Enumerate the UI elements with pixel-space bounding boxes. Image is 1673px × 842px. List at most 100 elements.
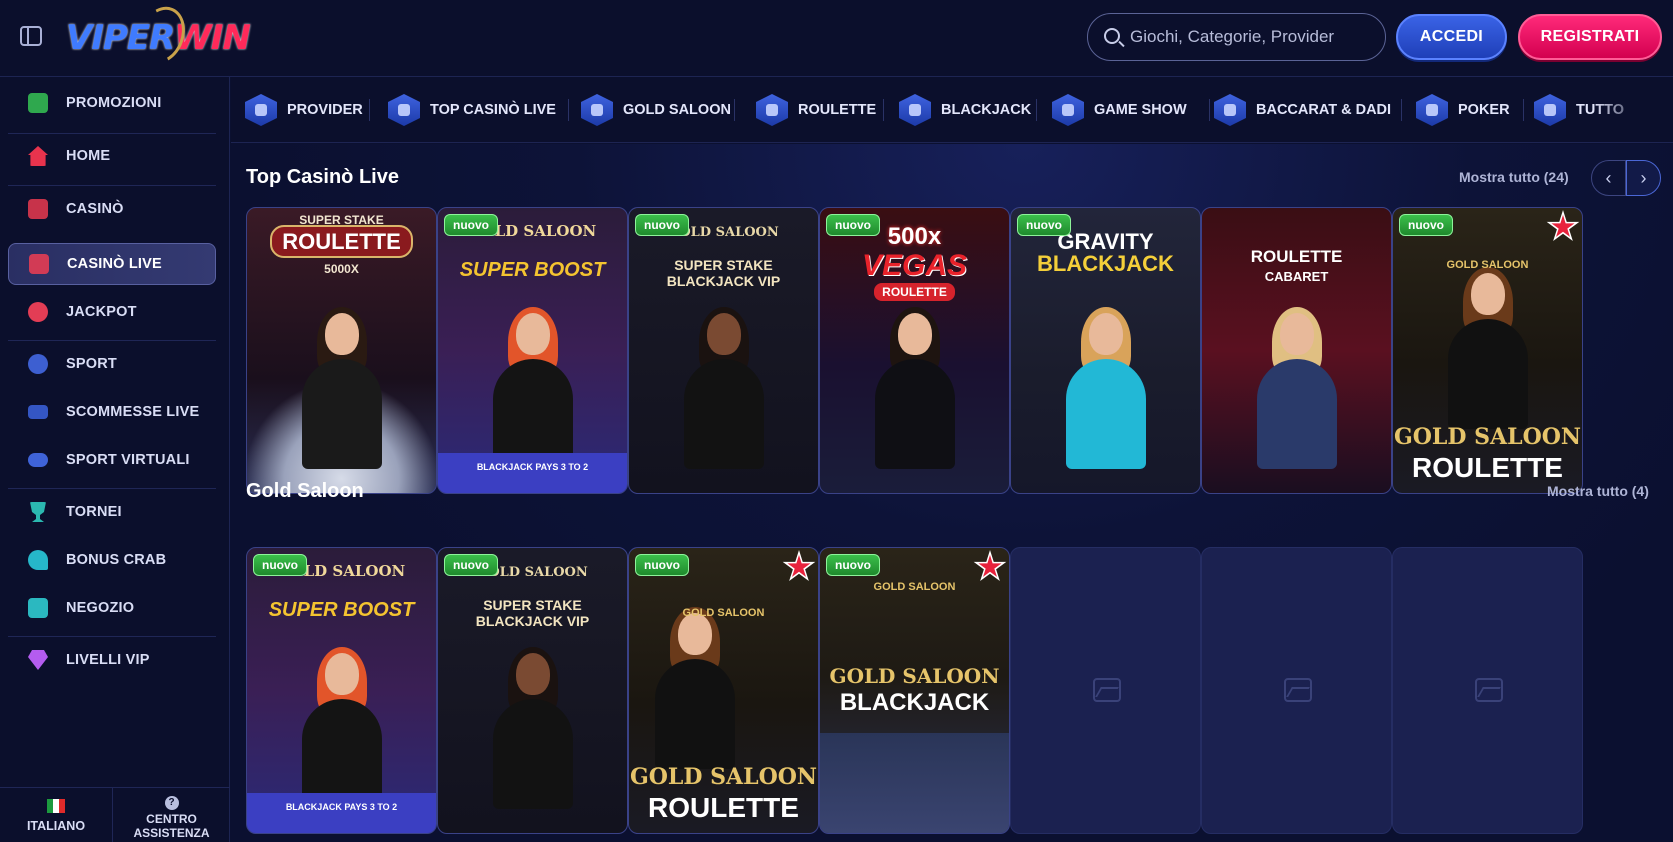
category-baccarat-dadi[interactable]: BACCARAT & DADI <box>1214 93 1391 127</box>
poker-chip-icon <box>1416 94 1448 126</box>
sidebar-item-label: NEGOZIO <box>66 600 135 616</box>
main-content: Top Casinò Live Mostra tutto (24) ‹ › SU… <box>231 144 1673 842</box>
carousel-prev-button[interactable]: ‹ <box>1591 160 1626 196</box>
slot-machine-icon <box>28 199 48 219</box>
divider <box>1209 99 1210 121</box>
category-roulette[interactable]: ROULETTE <box>756 93 876 127</box>
game-card[interactable]: nuovo GOLD SALOON SUPER BOOST BLACKJACK … <box>437 207 628 494</box>
category-label: GOLD SALOON <box>623 102 731 118</box>
game-card-placeholder <box>1201 547 1392 834</box>
carousel-arrows: ‹ › <box>1591 160 1661 196</box>
divider <box>1401 99 1402 121</box>
sidebar-item-sport-virtuali[interactable]: SPORT VIRTUALI <box>8 439 216 481</box>
badge-new: nuovo <box>826 554 880 576</box>
game-card[interactable]: nuovo 500x VEGAS ROULETTE <box>819 207 1010 494</box>
card-title-text: ROULETTE <box>270 225 413 258</box>
game-card[interactable]: nuovo GOLD SALOON GOLD SALOON ROULETTE <box>628 547 819 834</box>
dealer-figure <box>297 307 387 469</box>
card-title-line2: SUPER STAKE <box>674 257 773 273</box>
card-title-line2: SUPER BOOST <box>268 599 415 621</box>
divider <box>8 340 216 341</box>
dice-icon <box>1214 94 1246 126</box>
search-placeholder: Giochi, Categorie, Provider <box>1130 27 1335 46</box>
image-placeholder-icon <box>1093 678 1121 702</box>
category-provider[interactable]: PROVIDER <box>245 93 363 127</box>
category-label: POKER <box>1458 102 1510 118</box>
italy-flag-icon <box>47 799 65 813</box>
card-title-line3: 5000X <box>324 262 359 276</box>
sidebar-item-livelli-vip[interactable]: LIVELLI VIP <box>8 639 216 681</box>
all-games-icon <box>1534 94 1566 126</box>
live-casino-icon <box>29 254 49 274</box>
shop-icon <box>28 598 48 618</box>
card-title-line3: ROULETTE <box>820 283 1009 301</box>
sidebar-item-scommesse-live[interactable]: SCOMMESSE LIVE <box>8 391 216 433</box>
game-card[interactable]: ROULETTE CABARET <box>1201 207 1392 494</box>
card-title-line1: ROULETTE <box>1250 247 1343 266</box>
image-placeholder-icon <box>1284 678 1312 702</box>
card-table-text: BLACKJACK PAYS 3 TO 2 <box>476 462 589 472</box>
carousel-next-button[interactable]: › <box>1626 160 1661 196</box>
logo-text-b: WIN <box>174 18 251 58</box>
game-card[interactable]: nuovo GOLD SALOON GOLD SALOON ROULETTE <box>1392 207 1583 494</box>
category-label: BACCARAT & DADI <box>1256 102 1392 118</box>
search-input[interactable]: Giochi, Categorie, Provider <box>1087 13 1386 61</box>
category-blackjack[interactable]: BLACKJACK <box>899 93 1031 127</box>
help-label-line1: CENTRO <box>146 812 197 826</box>
sidebar-item-home[interactable]: HOME <box>8 135 216 177</box>
divider <box>369 99 370 121</box>
snake-logo-icon <box>131 0 193 70</box>
category-top-casino-live[interactable]: TOP CASINÒ LIVE <box>388 93 556 127</box>
star-icon <box>782 550 816 581</box>
language-selector[interactable]: ITALIANO <box>0 787 113 842</box>
sidebar-item-casino-live[interactable]: CASINÒ LIVE <box>8 243 216 285</box>
card-title-line3: BLACKJACK VIP <box>475 613 590 629</box>
game-card-placeholder <box>1010 547 1201 834</box>
clover-icon <box>28 302 48 322</box>
sidebar-item-label: TORNEI <box>66 504 122 520</box>
show-all-gold-link[interactable]: Mostra tutto (4) <box>1547 483 1649 499</box>
game-card[interactable]: nuovo GOLD SALOON GOLD SALOON BLACKJACK <box>819 547 1010 834</box>
game-card[interactable]: nuovo GRAVITY BLACKJACK <box>1010 207 1201 494</box>
category-gold-saloon[interactable]: GOLD SALOON <box>581 93 731 127</box>
card-title-line1: GOLD SALOON <box>873 581 956 593</box>
dealer-figure <box>1252 307 1342 469</box>
show-all-top-link[interactable]: Mostra tutto (24) <box>1459 169 1569 185</box>
sidebar-item-negozio[interactable]: NEGOZIO <box>8 587 216 629</box>
login-button[interactable]: ACCEDI <box>1396 14 1507 60</box>
game-card[interactable]: SUPER STAKE ROULETTE 5000X <box>246 207 437 494</box>
section-title-top: Top Casinò Live <box>246 166 399 188</box>
card-title-line3: ROULETTE <box>648 792 799 823</box>
category-game-show[interactable]: GAME SHOW <box>1052 93 1187 127</box>
sidebar-item-promozioni[interactable]: PROMOZIONI <box>8 82 216 124</box>
card-table-text: BLACKJACK PAYS 3 TO 2 <box>285 802 398 812</box>
card-title-line2: CABARET <box>1264 269 1329 284</box>
sidebar-toggle-icon[interactable] <box>20 26 42 46</box>
diamond-icon <box>28 650 48 670</box>
dealer-figure <box>1443 267 1533 429</box>
game-card[interactable]: nuovo GOLD SALOON SUPER STAKE BLACKJACK … <box>437 547 628 834</box>
help-center-link[interactable]: ? CENTRO ASSISTENZA <box>113 787 230 842</box>
sidebar-item-casino[interactable]: CASINÒ <box>8 188 216 230</box>
language-label: ITALIANO <box>26 819 86 833</box>
dealer-figure <box>488 647 578 809</box>
dealer-figure <box>650 607 740 769</box>
card-title-text: ROULETTE <box>874 283 955 301</box>
divider <box>734 99 735 121</box>
sidebar-item-label: JACKPOT <box>66 304 137 320</box>
sidebar-item-sport[interactable]: SPORT <box>8 343 216 385</box>
sidebar-item-bonus-crab[interactable]: BONUS CRAB <box>8 539 216 581</box>
sidebar-item-jackpot[interactable]: JACKPOT <box>8 291 216 333</box>
sidebar-item-tornei[interactable]: TORNEI <box>8 491 216 533</box>
game-card[interactable]: nuovo GOLD SALOON SUPER STAKE BLACKJACK … <box>628 207 819 494</box>
register-button[interactable]: REGISTRATI <box>1518 14 1662 60</box>
sidebar-item-label: PROMOZIONI <box>66 95 162 111</box>
category-poker[interactable]: POKER <box>1416 93 1510 127</box>
card-title-line2: GOLD SALOON <box>1393 424 1582 450</box>
sidebar-item-label: CASINÒ LIVE <box>67 256 162 272</box>
badge-new: nuovo <box>1017 214 1071 236</box>
gamepad-icon <box>28 453 48 467</box>
cards-icon <box>899 94 931 126</box>
trophy-icon <box>30 502 46 522</box>
game-card[interactable]: nuovo GOLD SALOON SUPER BOOST BLACKJACK … <box>246 547 437 834</box>
